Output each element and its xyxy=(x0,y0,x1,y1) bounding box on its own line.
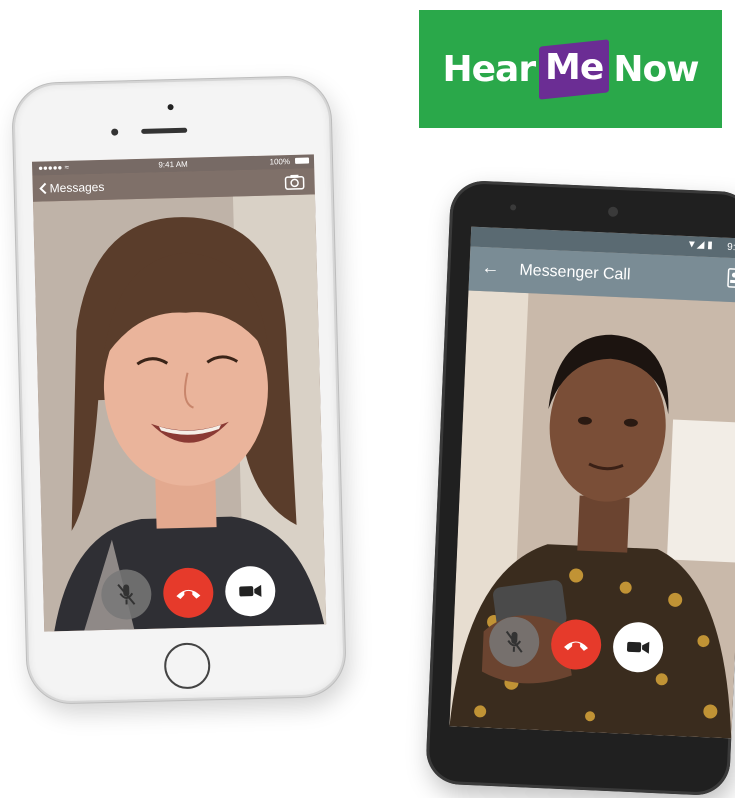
logo-text-now: Now xyxy=(613,48,699,90)
back-label: Messages xyxy=(49,179,105,196)
end-call-icon xyxy=(176,589,201,600)
android-mute-button[interactable] xyxy=(488,615,541,668)
mute-button[interactable] xyxy=(100,568,152,621)
hearmenow-logo: Hear Me Now xyxy=(419,10,722,128)
caller-video-feed xyxy=(33,194,327,632)
video-camera-icon xyxy=(239,584,262,597)
android-end-call-button[interactable] xyxy=(550,618,603,671)
android-status-time: 9:41 xyxy=(726,241,735,254)
chevron-left-icon xyxy=(39,182,47,195)
battery-icon xyxy=(294,157,310,164)
back-arrow-icon[interactable]: ← xyxy=(481,257,500,279)
app-bar-title: Messenger Call xyxy=(519,261,631,284)
back-to-messages-button[interactable]: Messages xyxy=(38,179,105,196)
mic-muted-icon xyxy=(505,630,523,653)
video-toggle-button[interactable] xyxy=(224,565,276,617)
iphone-front-sensor xyxy=(167,104,174,111)
network-battery-icons: ▼◢ ▮ xyxy=(686,238,713,252)
android-video-toggle-button[interactable] xyxy=(612,621,665,674)
android-device: ▼◢ ▮ 9:41 ← Messenger Call xyxy=(424,179,735,797)
logo-text-hear: Hear xyxy=(442,48,537,90)
switch-camera-button[interactable] xyxy=(284,174,305,194)
logo-text-me-badge: Me xyxy=(539,38,610,100)
end-call-icon xyxy=(564,641,589,651)
battery-percent: 100% xyxy=(269,157,291,167)
android-call-controls xyxy=(488,615,665,674)
android-video-call-screen: ▼◢ ▮ 9:41 ← Messenger Call xyxy=(449,226,735,739)
mic-muted-icon xyxy=(117,584,136,605)
contact-card-icon xyxy=(727,268,735,289)
video-camera-icon xyxy=(626,641,650,654)
caller-video-feed-android xyxy=(449,290,735,739)
end-call-button[interactable] xyxy=(162,567,214,619)
iphone-video-call-screen: ●●●●● ≈ 9:41 AM 100% Messages xyxy=(31,154,327,632)
iphone-call-controls xyxy=(100,565,276,621)
contact-card-button[interactable] xyxy=(727,268,735,294)
camera-icon xyxy=(284,174,305,190)
iphone-device: ●●●●● ≈ 9:41 AM 100% Messages xyxy=(11,75,347,705)
